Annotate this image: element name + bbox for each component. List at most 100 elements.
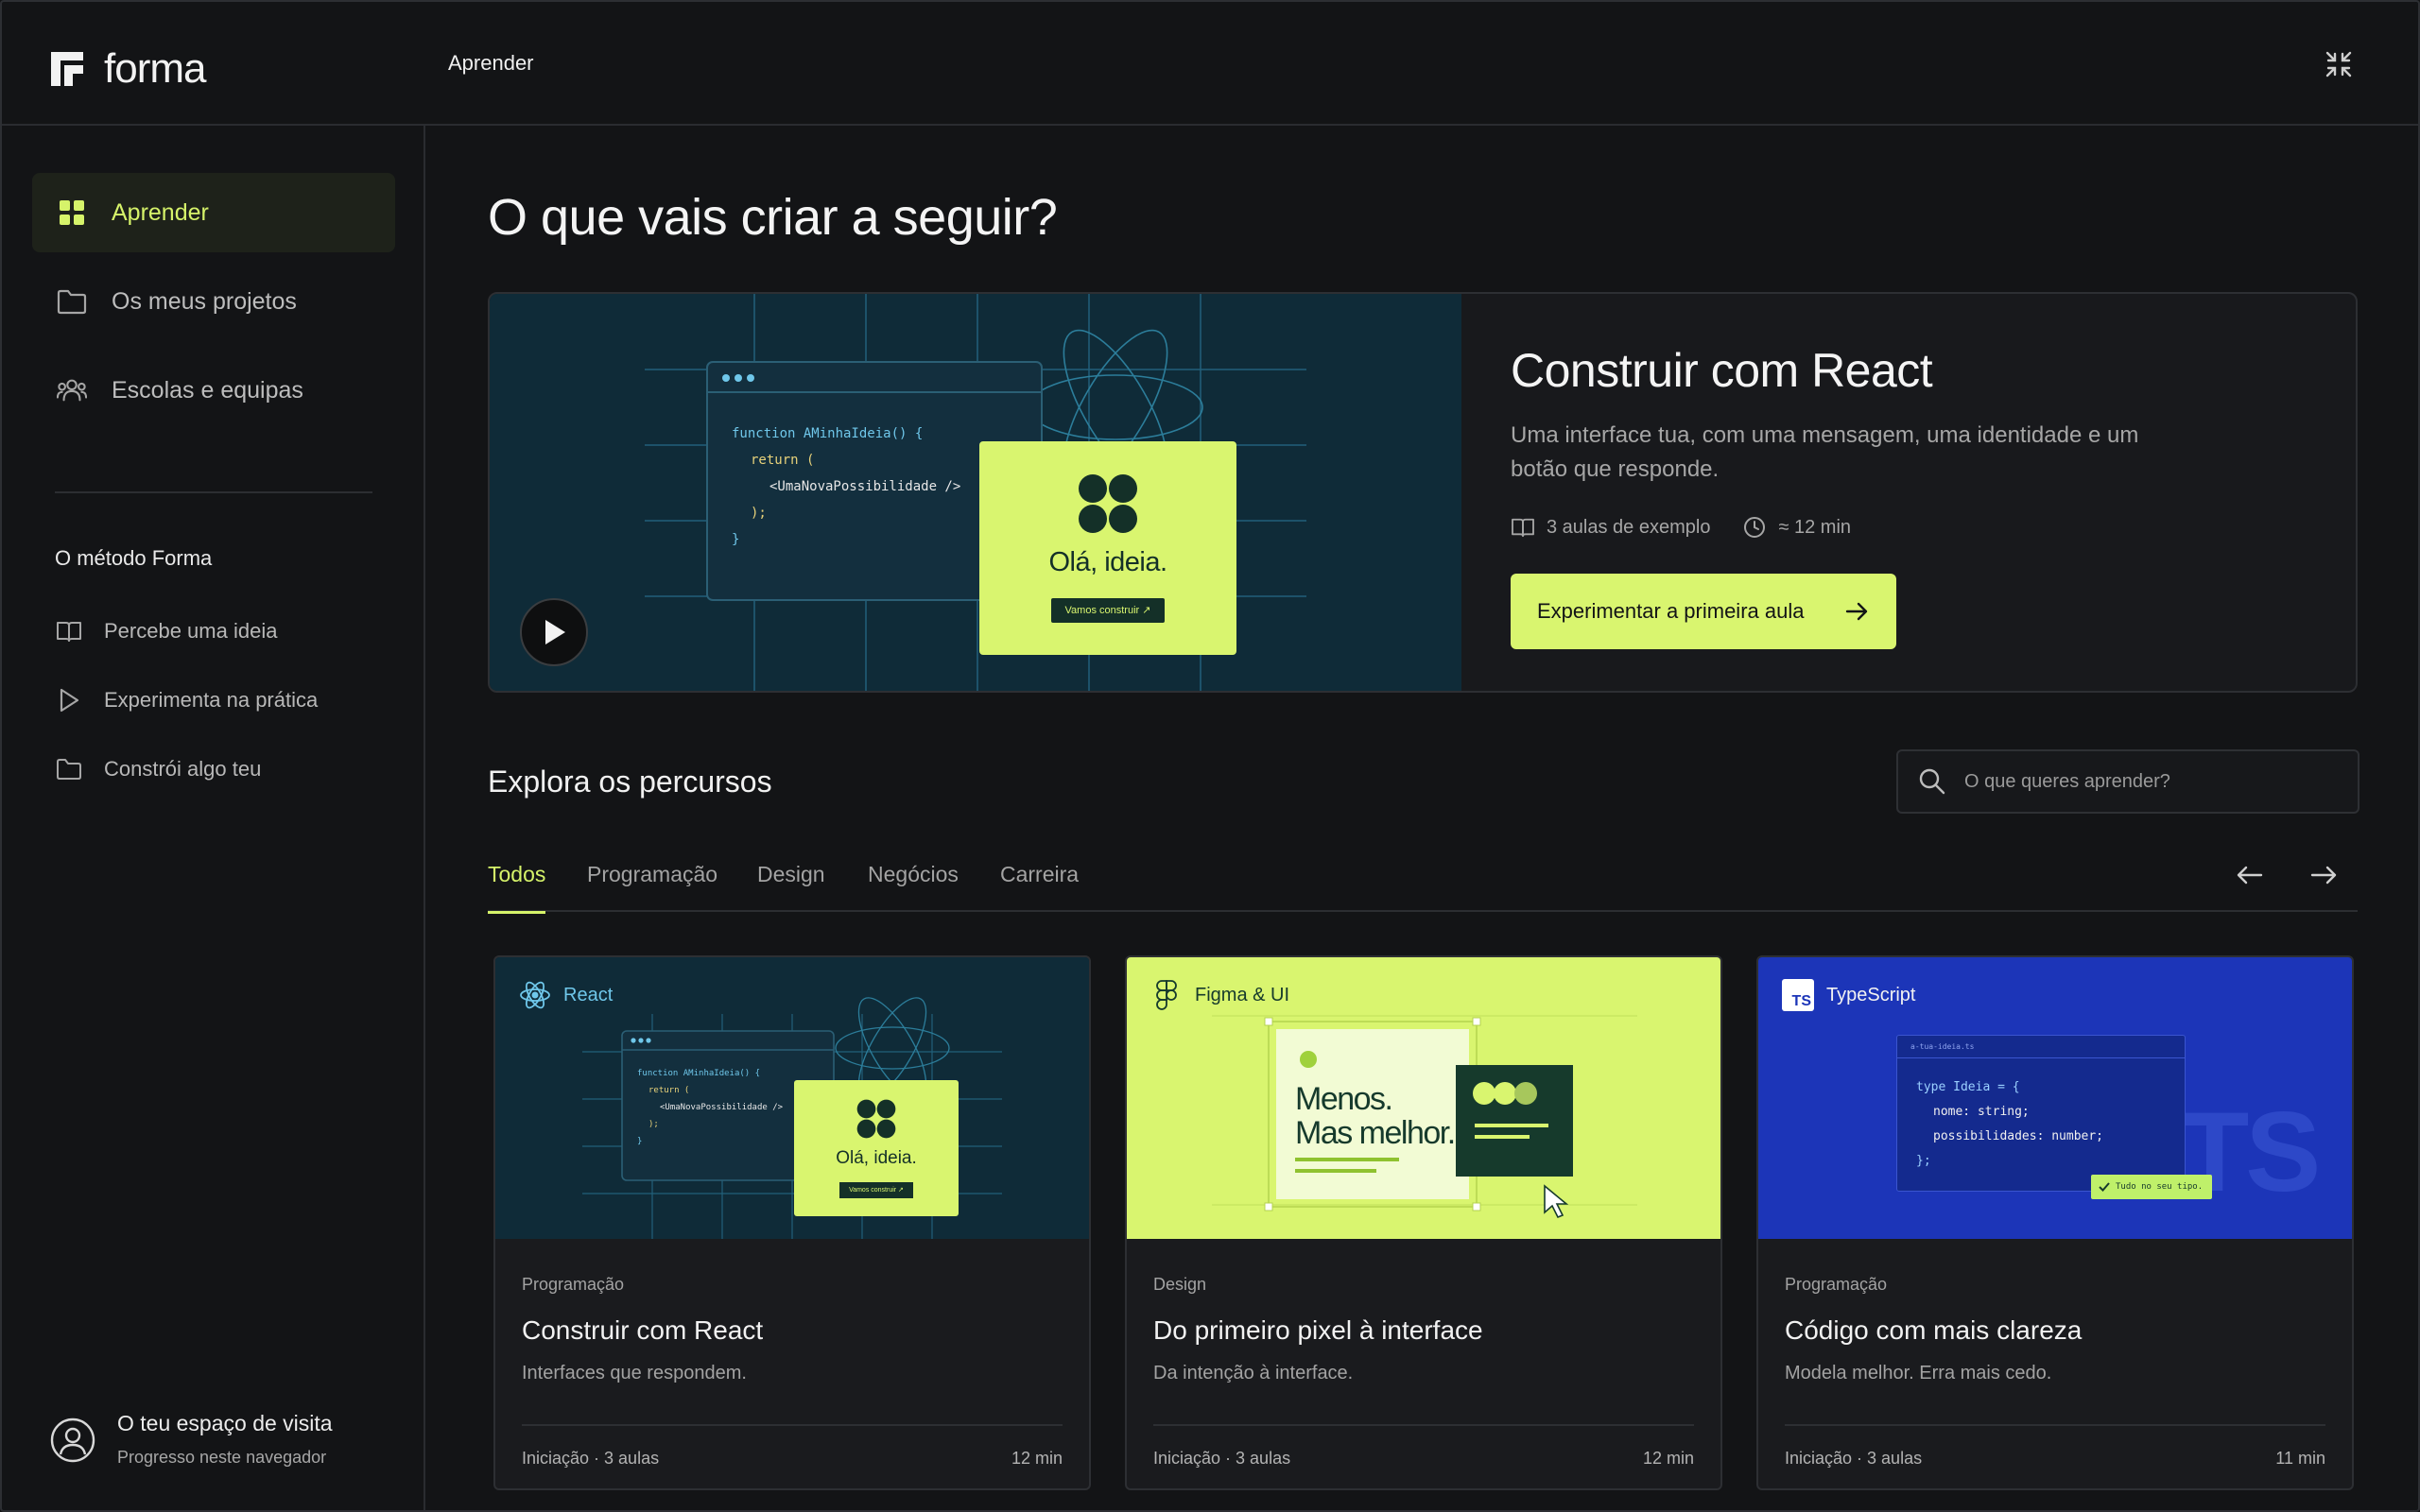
code-line: <UmaNovaPossibilidade /> [660,1103,784,1112]
card-preview-button: Vamos construir ↗ [839,1182,913,1198]
card-tag-label: Figma & UI [1195,984,1290,1005]
forma-logo-icon [51,52,83,86]
search-input[interactable] [1964,770,2342,793]
check-icon [2099,1182,2110,1192]
ts-code-block: type Ideia = { nome: string; possibilida… [1897,1058,2185,1174]
card-category: Programação [522,1275,625,1294]
collapse-icon[interactable] [2324,49,2354,79]
card-duration: 12 min [1642,1449,1694,1468]
card-footer: Iniciação · 3 aulas 11 min [1785,1449,2325,1469]
sidebar: Aprender Os meus projetos Escolas e equi… [2,126,425,1510]
search-icon [1919,768,1945,795]
card-description: Interfaces que respondem. [522,1363,747,1383]
card-description: Modela melhor. Erra mais cedo. [1785,1363,2052,1383]
editor-filename: a-tua-ideia.ts [1897,1036,2185,1058]
page-section-title: Aprender [448,51,534,75]
tab-programacao[interactable]: Programação [587,836,717,912]
grid-icon [57,198,87,228]
hero-code-block: function AMinhaIdeia() { return ( <UmaNo… [732,421,960,553]
sidebar-item-label: Escolas e equipas [112,376,303,404]
card-tag: TS TypeScript [1781,978,1915,1012]
card-illustration: function AMinhaIdeia() { return ( <UmaNo… [495,957,1089,1239]
code-line: ); [751,506,767,521]
page-title: O que vais criar a seguir? [488,189,1058,246]
brand-name: forma [104,45,206,92]
hero-meta: 3 aulas de exemplo ≈ 12 min [1511,515,1851,540]
card-level: Iniciação · 3 aulas [522,1449,660,1468]
hero-info: Construir com React Uma interface tua, c… [1461,294,2356,691]
tab-negocios[interactable]: Negócios [868,836,959,912]
arrow-right-icon[interactable] [2308,859,2341,891]
code-line: ); [648,1120,659,1129]
sidebar-item-label: Aprender [112,198,209,226]
card-headline-line: Menos. [1295,1081,1393,1117]
ts-logo-text: TS [1791,993,1811,1009]
clock-icon [1742,515,1767,540]
tab-design[interactable]: Design [757,836,825,912]
card-body: Programação Código com mais clareza Mode… [1785,1239,2325,1468]
course-card-figma[interactable]: Menos. Mas melhor. Figma & UI Design Do … [1125,955,1722,1490]
play-icon [545,620,565,644]
method-item-percebe[interactable]: Percebe uma ideia [55,617,277,645]
card-divider [1153,1424,1694,1426]
hero-description: Uma interface tua, com uma mensagem, uma… [1511,422,2139,482]
explore-title: Explora os percursos [488,765,772,799]
play-button[interactable] [520,598,588,666]
card-code-block: function AMinhaIdeia() { return ( <UmaNo… [637,1065,783,1150]
cta-label: Experimentar a primeira aula [1537,599,1805,623]
tab-carreira[interactable]: Carreira [1000,836,1079,912]
code-line: } [637,1137,643,1146]
start-first-lesson-button[interactable]: Experimentar a primeira aula [1511,574,1896,649]
hero-preview-text: Olá, ideia. [1048,547,1167,577]
cursor-icon [1544,1184,1569,1219]
sidebar-item-aprender[interactable]: Aprender [32,173,395,252]
card-preview: Olá, ideia. Vamos construir ↗ [794,1080,959,1216]
card-title: Construir com React [522,1315,764,1345]
guest-space[interactable]: O teu espaço de visita Progresso neste n… [49,1411,333,1468]
flower-logo-icon [1079,474,1137,533]
method-item-constroi[interactable]: Constrói algo teu [55,755,261,783]
app-window: forma Aprender Aprender Os meus projetos [0,0,2420,1512]
hero-title: Construir com React [1511,344,1933,397]
arrow-left-icon[interactable] [2233,859,2265,891]
ts-badge: Tudo no seu tipo. [2091,1175,2212,1199]
featured-course[interactable]: function AMinhaIdeia() { return ( <UmaNo… [488,292,2358,693]
top-bar: forma Aprender [2,2,2418,126]
method-item-experimenta[interactable]: Experimenta na prática [55,686,318,714]
react-icon [518,978,552,1012]
course-card-react[interactable]: function AMinhaIdeia() { return ( <UmaNo… [493,955,1091,1490]
figma-icon [1150,978,1184,1012]
sidebar-item-projetos[interactable]: Os meus projetos [32,262,395,341]
card-tag-label: React [563,984,614,1005]
method-item-label: Constrói algo teu [104,757,262,781]
folder-icon [55,755,83,783]
method-item-label: Experimenta na prática [104,688,319,712]
card-tag: React [518,978,613,1012]
card-footer: Iniciação · 3 aulas 12 min [1153,1449,1694,1469]
method-heading: O método Forma [55,546,213,570]
card-level: Iniciação · 3 aulas [1785,1449,1923,1468]
code-line: nome: string; [1933,1105,2030,1119]
card-body: Programação Construir com React Interfac… [522,1239,1063,1468]
card-divider [1785,1424,2325,1426]
card-title: Código com mais clareza [1785,1315,2083,1345]
hero-lessons: 3 aulas de exemplo [1547,516,1711,538]
flower-logo-icon [856,1099,896,1139]
tab-todos[interactable]: Todos [488,836,546,914]
code-line: }; [1916,1154,1931,1168]
arrow-right-icon [1845,602,1868,621]
card-tag-label: TypeScript [1826,984,1916,1005]
search-box[interactable] [1896,749,2360,814]
card-level: Iniciação · 3 aulas [1153,1449,1291,1468]
card-description: Da intenção à interface. [1153,1363,1354,1383]
card-illustration: TS a-tua-ideia.ts type Ideia = { nome: s… [1758,957,2352,1239]
card-divider [522,1424,1063,1426]
course-card-typescript[interactable]: TS a-tua-ideia.ts type Ideia = { nome: s… [1756,955,2354,1490]
code-editor-window: a-tua-ideia.ts type Ideia = { nome: stri… [1896,1035,2186,1192]
brand-logo[interactable]: forma [51,45,206,93]
card-preview-text: Olá, ideia. [836,1148,917,1168]
sidebar-item-escolas[interactable]: Escolas e equipas [32,351,395,430]
play-outline-icon [55,686,83,714]
typescript-icon: TS [1781,978,1815,1012]
card-duration: 12 min [1011,1449,1063,1468]
